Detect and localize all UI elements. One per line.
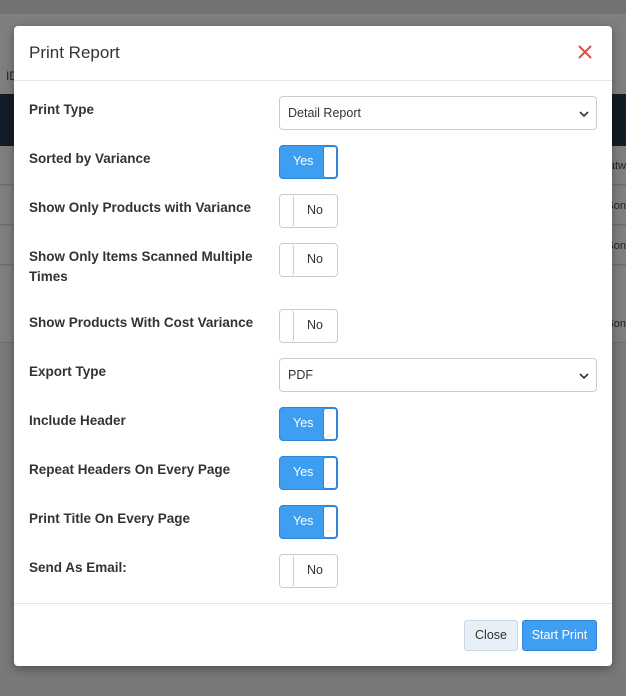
select-value: PDF: [288, 368, 313, 382]
send-as-email-toggle[interactable]: No: [279, 554, 338, 588]
cost-variance-toggle[interactable]: No: [279, 309, 338, 343]
modal-body: Print Type Detail Report Sorted by Varia…: [14, 81, 612, 603]
toggle-text: Yes: [293, 416, 314, 430]
toggle-text: No: [307, 252, 323, 266]
toggle-text: No: [307, 563, 323, 577]
include-header-toggle[interactable]: Yes: [279, 407, 338, 441]
toggle-knob: [280, 310, 294, 342]
toggle-text: Yes: [293, 154, 314, 168]
toggle-knob: [280, 555, 294, 587]
field-label: Show Only Items Scanned Multiple Times: [29, 249, 253, 284]
chevron-down-icon: [579, 370, 589, 380]
print-type-dropdown[interactable]: Detail Report: [279, 96, 597, 130]
toggle-text: Yes: [293, 514, 314, 528]
toggle-knob: [280, 195, 294, 227]
field-label: Print Title On Every Page: [29, 511, 191, 526]
repeat-headers-toggle[interactable]: Yes: [279, 456, 338, 490]
sorted-by-variance-toggle[interactable]: Yes: [279, 145, 338, 179]
print-report-modal: Print Report Print Type Detail Report So…: [14, 26, 612, 666]
export-type-dropdown[interactable]: PDF: [279, 358, 597, 392]
toggle-text: No: [307, 318, 323, 332]
field-label: Include Header: [29, 413, 126, 428]
field-label: Sorted by Variance: [29, 151, 151, 166]
modal-title: Print Report: [29, 43, 120, 62]
toggle-knob: [323, 408, 337, 440]
modal-header: Print Report: [14, 26, 612, 81]
print-title-toggle[interactable]: Yes: [279, 505, 338, 539]
toggle-knob: [323, 146, 337, 178]
field-label: Send As Email:: [29, 560, 127, 575]
modal-footer: Close Start Print: [14, 603, 612, 666]
field-label: Show Products With Cost Variance: [29, 315, 254, 330]
field-label: Show Only Products with Variance: [29, 200, 252, 215]
toggle-text: No: [307, 203, 323, 217]
field-label: Export Type: [29, 364, 107, 379]
toggle-knob: [323, 506, 337, 538]
export-type-select[interactable]: PDF: [279, 358, 597, 392]
close-button[interactable]: Close: [464, 620, 518, 651]
field-label: Repeat Headers On Every Page: [29, 462, 231, 477]
chevron-down-icon: [579, 108, 589, 118]
toggle-knob: [323, 457, 337, 489]
close-icon[interactable]: [574, 41, 596, 63]
toggle-text: Yes: [293, 465, 314, 479]
print-type-select[interactable]: Detail Report: [279, 96, 597, 130]
scanned-multiple-times-toggle[interactable]: No: [279, 243, 338, 277]
start-print-button[interactable]: Start Print: [522, 620, 597, 651]
toggle-knob: [280, 244, 294, 276]
select-value: Detail Report: [288, 106, 361, 120]
show-only-variance-toggle[interactable]: No: [279, 194, 338, 228]
field-label: Print Type: [29, 102, 95, 117]
